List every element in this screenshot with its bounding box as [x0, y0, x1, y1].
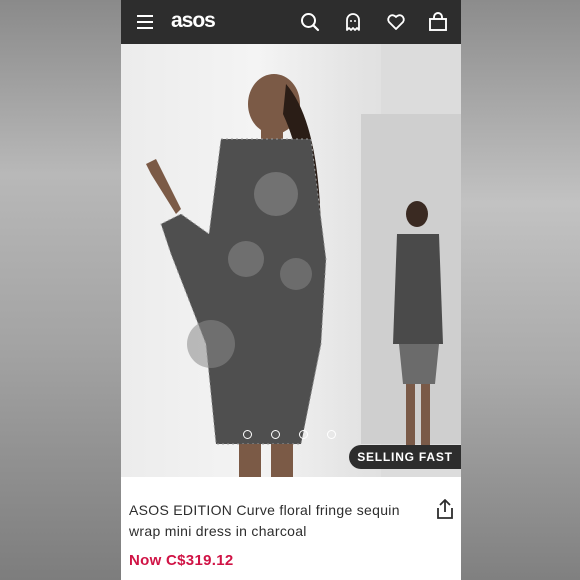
share-icon[interactable] — [435, 498, 455, 520]
pagination-dot[interactable] — [299, 430, 308, 439]
search-icon[interactable] — [300, 12, 320, 32]
pagination-dot[interactable] — [243, 430, 252, 439]
account-icon[interactable] — [343, 12, 363, 32]
menu-icon[interactable] — [137, 12, 157, 32]
bag-icon[interactable] — [428, 12, 448, 32]
top-navigation-bar: asos — [121, 0, 461, 44]
pagination-dot[interactable] — [327, 430, 336, 439]
product-image[interactable]: SELLING FAST — [121, 44, 461, 477]
phone-screen: asos SELLING FAST ASOS EDITION Curve flo… — [121, 0, 461, 580]
blurred-background-right — [461, 0, 580, 580]
blurred-background-left — [0, 0, 121, 580]
selling-fast-badge: SELLING FAST — [349, 445, 461, 469]
heart-icon[interactable] — [386, 12, 406, 32]
product-price: Now C$319.12 — [129, 552, 234, 569]
pagination-dot-active[interactable] — [271, 430, 280, 439]
asos-logo[interactable]: asos — [171, 9, 216, 33]
product-title: ASOS EDITION Curve floral fringe sequin … — [129, 502, 400, 539]
model-photo-illustration — [146, 44, 461, 477]
